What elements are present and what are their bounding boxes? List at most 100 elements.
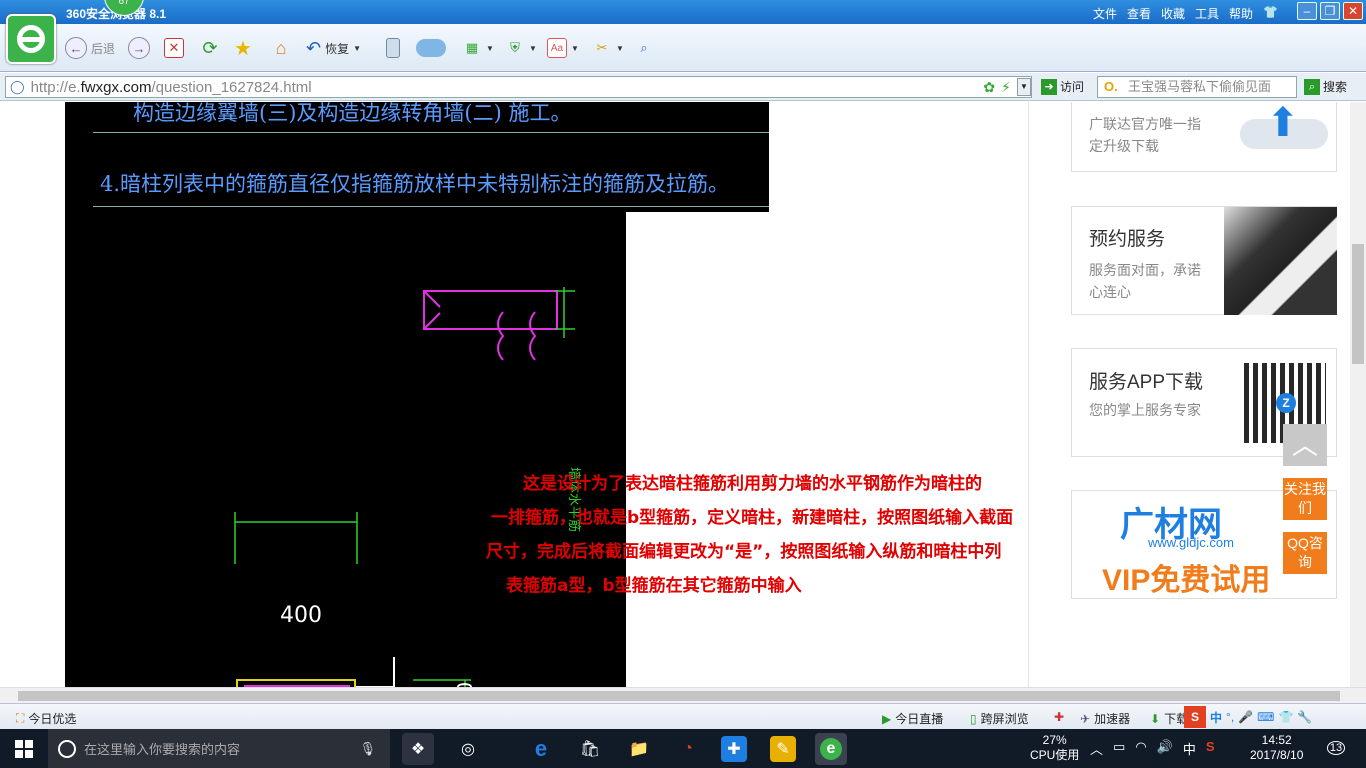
notification-center[interactable]: 13	[1322, 737, 1350, 759]
url-prefix: http://e.	[30, 78, 81, 96]
battery-icon[interactable]: ▭	[1113, 739, 1125, 758]
ime-toolbar[interactable]: S 中 °, 🎤 ⌨ 👕 🔧	[1184, 706, 1312, 728]
today-picks[interactable]: ⛶ 今日优选	[16, 710, 76, 727]
translate-button[interactable]: Aa ▼	[547, 36, 579, 60]
status-bar: ⛶ 今日优选 ▶ 今日直播 ▯ 跨屏浏览 ✚ ✈ 加速器 ⬇ 下载 S 中 °, 🎤 ⌨ 👕 🔧	[0, 703, 1366, 729]
taskview-icon[interactable]: ❖	[402, 733, 434, 765]
cloud-icon	[416, 39, 446, 57]
notes-icon[interactable]: ✎	[770, 736, 796, 762]
follow-us-button[interactable]: 关注我们	[1283, 478, 1327, 520]
cad-drawing-image: 400 200 墙体水平筋	[65, 212, 626, 687]
close-button[interactable]: ✕	[1343, 2, 1363, 20]
url-input[interactable]: ◯ http://e.fwxgx.com/question_1627824.ht…	[5, 76, 1032, 98]
refresh-small-icon[interactable]: ✿	[983, 79, 995, 96]
refresh-button[interactable]: ⟳	[200, 36, 220, 60]
microphone-icon: 🎙	[359, 740, 376, 756]
qq-consult-button[interactable]: QQ咨询	[1283, 532, 1327, 574]
stop-button[interactable]: ✕	[164, 36, 184, 60]
forward-arrow-icon: →	[128, 37, 150, 59]
taskbar-search[interactable]: 在这里输入你要搜索的内容 🎙	[48, 729, 390, 768]
skin-icon[interactable]: 👕	[1263, 5, 1278, 22]
menu-help[interactable]: 帮助	[1229, 5, 1253, 22]
star-icon: ★	[234, 37, 252, 60]
start-button[interactable]	[0, 729, 48, 768]
menu-favorites[interactable]: 收藏	[1161, 5, 1185, 22]
shield-icon: ⛨	[510, 40, 520, 55]
upgrade-text: 广联达官方唯一指定升级下载	[1089, 116, 1201, 154]
accelerator[interactable]: ✈ 加速器	[1080, 710, 1130, 727]
appointment-card[interactable]: 预约服务 服务面对面，承诺心连心	[1071, 206, 1337, 315]
folder-icon[interactable]: 📁	[623, 733, 655, 765]
360-icon[interactable]: ◔	[672, 733, 704, 765]
screenshot-button[interactable]: ✂ ▼	[592, 36, 624, 60]
download-manager[interactable]: ⬇ 下载	[1150, 710, 1188, 727]
wifi-icon[interactable]: ◠	[1135, 739, 1146, 758]
page-content: 构造边缘翼墙(三)及构造边缘转角墙(二) 施工。 4.暗柱列表中的箍筋直径仅指箍…	[0, 102, 1350, 687]
phone-icon: ▯	[970, 711, 977, 726]
addon-icon[interactable]: ✚	[1054, 710, 1064, 724]
ime-indicator[interactable]: 中	[1183, 739, 1196, 758]
chevron-down-icon: ▼	[529, 43, 537, 53]
menu-file[interactable]: 文件	[1093, 5, 1117, 22]
annotation-line: 表箍筋a型，b型箍筋在其它箍筋中输入	[506, 576, 802, 596]
app-download-title: 服务APP下载	[1089, 372, 1204, 393]
title-bar: 360安全浏览器 8.1 文件 查看 收藏 工具 帮助 👕 – ❐ ✕	[0, 0, 1366, 24]
play-icon: ▶	[882, 711, 892, 726]
search-icon: ⌕	[1304, 78, 1320, 95]
upgrade-card[interactable]: 广联达官方唯一指定升级下载 ⬆	[1071, 102, 1337, 172]
back-to-top-icon[interactable]: ︿	[1283, 424, 1327, 466]
phone-button[interactable]	[386, 36, 400, 60]
active-browser-icon[interactable]: e	[815, 733, 847, 765]
store-icon[interactable]: 🛍	[574, 733, 606, 765]
annotation-line: 这是设计为了表达暗柱箍筋利用剪力墙的水平钢筋作为暗柱的	[523, 474, 982, 494]
maximize-button[interactable]: ❐	[1320, 2, 1340, 20]
gldjc-url: www.gldjc.com	[1148, 535, 1234, 550]
today-live[interactable]: ▶ 今日直播	[882, 710, 943, 727]
cad-rule	[93, 206, 769, 207]
security-button[interactable]: ⛨ ▼	[505, 36, 537, 60]
restore-button[interactable]: ↶ 恢复 ▼	[306, 36, 361, 60]
handshake-image	[1224, 207, 1337, 315]
visit-button[interactable]: ➜ 访问	[1041, 78, 1084, 95]
cad-notes-image: 构造边缘翼墙(三)及构造边缘转角墙(二) 施工。 4.暗柱列表中的箍筋直径仅指箍…	[65, 102, 769, 212]
cross-screen[interactable]: ▯ 跨屏浏览	[970, 710, 1029, 727]
mic-icon: 🎤	[1238, 710, 1254, 724]
clock[interactable]: 14:52 2017/8/10	[1250, 733, 1303, 763]
menu-tools[interactable]: 工具	[1195, 5, 1219, 22]
chevron-down-icon: ▼	[353, 43, 362, 53]
search-input[interactable]: O. 王宝强马蓉私下偷偷见面	[1097, 76, 1297, 98]
vip-promo: VIP免费试用	[1102, 564, 1271, 597]
app-logo-icon: Z	[1276, 393, 1296, 413]
favorite-button[interactable]: ★	[233, 36, 253, 60]
page-icon: ◯	[10, 79, 25, 94]
appointment-text: 服务面对面，承诺心连心	[1089, 262, 1201, 300]
menu-view[interactable]: 查看	[1127, 5, 1151, 22]
vertical-scrollbar[interactable]	[1350, 102, 1366, 687]
horizontal-scrollbar[interactable]	[0, 687, 1366, 703]
tray-expand-icon[interactable]: ︿	[1090, 739, 1103, 758]
forward-button[interactable]: →	[128, 36, 150, 60]
cloud-button[interactable]	[416, 36, 446, 60]
keyboard-icon: ⌨	[1257, 710, 1275, 724]
edge-icon[interactable]: e	[525, 733, 557, 765]
translate-icon: Aa	[547, 38, 567, 58]
lightning-icon[interactable]: ⚡	[1001, 79, 1011, 96]
pinned-app-icon[interactable]: ◎	[452, 733, 484, 765]
back-button[interactable]: ← 后退	[65, 36, 115, 60]
apps-button[interactable]: ▦ ▼	[462, 36, 494, 60]
sogou-tray-icon[interactable]: S	[1206, 739, 1215, 758]
scroll-thumb[interactable]	[1352, 244, 1364, 364]
volume-icon[interactable]: 🔊	[1157, 739, 1173, 758]
search-button[interactable]: ⌕ 搜索	[1304, 78, 1347, 95]
go-arrow-icon: ➜	[1041, 78, 1057, 95]
cross-app-icon[interactable]: ✚	[721, 736, 747, 762]
home-button[interactable]: ⌂	[271, 36, 291, 60]
chevron-down-icon: ▼	[571, 43, 579, 53]
url-dropdown-icon[interactable]: ▼	[1017, 78, 1031, 96]
minimize-button[interactable]: –	[1297, 2, 1317, 20]
app: 360安全浏览器 8.1 文件 查看 收藏 工具 帮助 👕 – ❐ ✕ 67 ←…	[0, 0, 1366, 768]
browser-logo-icon[interactable]	[6, 14, 56, 64]
cpu-meter[interactable]: 27% CPU使用	[1030, 733, 1079, 763]
scroll-thumb[interactable]	[18, 691, 1340, 701]
zoom-button[interactable]: ⌕	[634, 36, 654, 60]
